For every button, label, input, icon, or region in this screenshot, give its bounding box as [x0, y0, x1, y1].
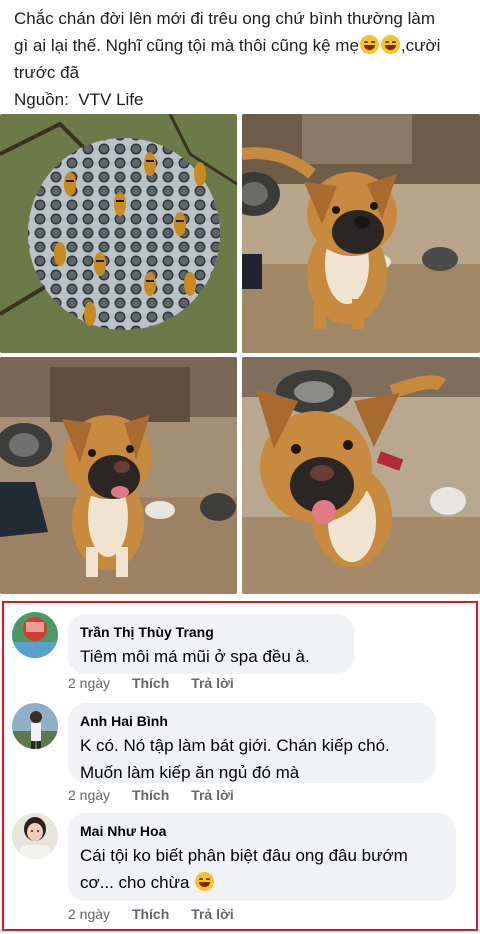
dog-photo-1[interactable]	[242, 114, 480, 353]
comment-time[interactable]: 2 ngày	[68, 787, 110, 803]
avatar[interactable]	[12, 612, 58, 658]
laughing-emoji-icon	[380, 35, 400, 54]
comment-time[interactable]: 2 ngày	[68, 675, 110, 691]
like-button[interactable]: Thích	[132, 906, 169, 922]
source-label: Nguồn:	[14, 90, 69, 109]
laughing-emoji-icon	[195, 872, 215, 891]
dog-photo-3[interactable]	[242, 357, 480, 594]
dog-photo-2[interactable]	[0, 357, 237, 594]
reply-button[interactable]: Trả lời	[191, 906, 234, 922]
reply-button[interactable]: Trả lời	[191, 787, 234, 803]
post-caption: Chắc chán đời lên mới đi trêu ong chứ bì…	[14, 5, 474, 113]
reply-button[interactable]: Trả lời	[191, 675, 234, 691]
comment-author[interactable]: Anh Hai Bình	[80, 712, 422, 730]
like-button[interactable]: Thích	[132, 675, 169, 691]
post-line-1: Chắc chán đời lên mới đi trêu ong chứ bì…	[14, 9, 435, 28]
laughing-emoji-icon	[359, 35, 379, 54]
comment-actions: 2 ngày Thích Trả lời	[68, 906, 252, 922]
comment-text-line-2: Muốn làm kiếp ăn ngủ đó mà	[80, 763, 300, 782]
comment-actions: 2 ngày Thích Trả lời	[68, 675, 252, 691]
comment-bubble: Trần Thị Thùy Trang Tiêm môi má mũi ở sp…	[68, 614, 354, 674]
comment-author[interactable]: Mai Như Hoa	[80, 822, 442, 840]
post-source: Nguồn: VTV Life	[14, 86, 474, 113]
post-line-2-text: gì ai lại thế. Nghĩ cũng tội mà thôi cũn…	[14, 36, 359, 55]
comment-text-line-2: cơ... cho chừa	[80, 873, 190, 892]
wasp-nest-photo[interactable]	[0, 114, 237, 353]
comment-author[interactable]: Trần Thị Thùy Trang	[80, 623, 340, 641]
comment-bubble: Anh Hai Bình K có. Nó tập làm bát giới. …	[68, 703, 436, 783]
comment-actions: 2 ngày Thích Trả lời	[68, 787, 252, 803]
avatar[interactable]	[12, 813, 58, 859]
like-button[interactable]: Thích	[132, 787, 169, 803]
comment-text-line-2-wrap: cơ... cho chừa	[80, 869, 442, 896]
comment-text-line-1: Cái tội ko biết phân biệt đâu ong đâu bư…	[80, 846, 408, 865]
avatar[interactable]	[12, 703, 58, 749]
post-line-2: gì ai lại thế. Nghĩ cũng tội mà thôi cũn…	[14, 32, 474, 59]
source-name: VTV Life	[78, 90, 144, 109]
comment-time[interactable]: 2 ngày	[68, 906, 110, 922]
post-line-3: trước đã	[14, 63, 80, 82]
comment-text-line-1: K có. Nó tập làm bát giới. Chán kiếp chó…	[80, 736, 390, 755]
comment-bubble: Mai Như Hoa Cái tội ko biết phân biệt đâ…	[68, 813, 456, 901]
comment-text: Tiêm môi má mũi ở spa đều à.	[80, 647, 310, 666]
post-line-2-end: ,cười	[400, 36, 441, 55]
